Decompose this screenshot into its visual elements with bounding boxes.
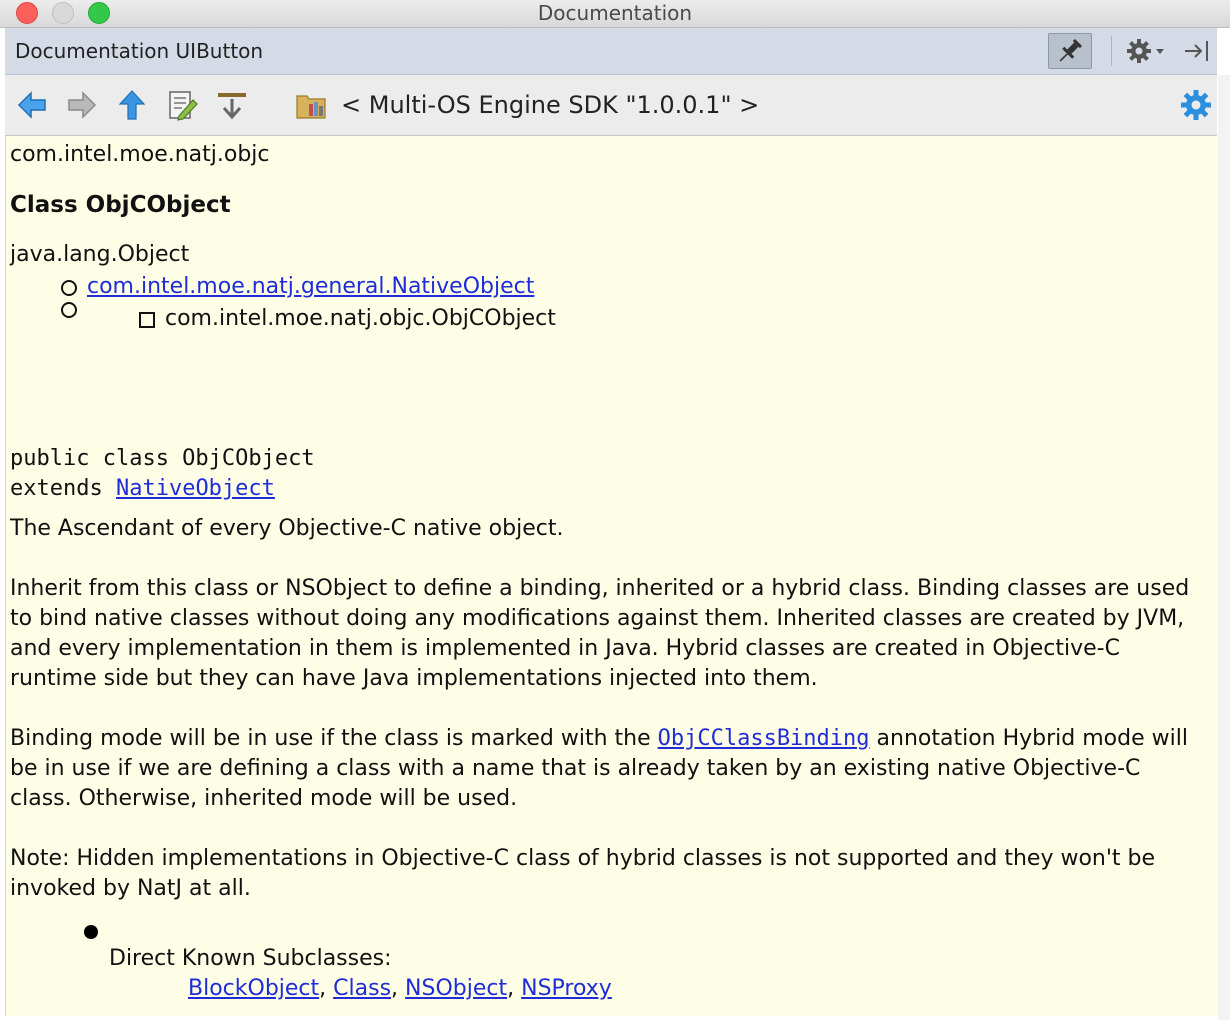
note-paragraph: Note: Hidden implementations in Objectiv… xyxy=(10,846,1156,901)
window-title: Documentation xyxy=(537,1,693,25)
binding-mode-paragraph: Binding mode will be in use if the class… xyxy=(10,724,1206,814)
hierarchy-current: com.intel.moe.natj.objc.ObjCObject xyxy=(165,306,556,331)
class-declaration: public class ObjCObject xyxy=(10,446,315,471)
subclasses-label: Direct Known Subclasses: xyxy=(109,946,392,971)
settings-gear-icon xyxy=(1181,90,1211,120)
back-button[interactable] xyxy=(15,88,49,122)
doc-settings-button[interactable] xyxy=(1179,88,1213,122)
doc-panel-header: Documentation UIButton xyxy=(5,28,1217,75)
subclass-link[interactable]: NSProxy xyxy=(521,976,612,1001)
binding-text-before: Binding mode will be in use if the class… xyxy=(10,726,658,751)
background-editor-strip xyxy=(1218,75,1230,1020)
breadcrumb[interactable]: < Multi-OS Engine SDK "1.0.0.1" > xyxy=(341,75,759,135)
class-summary: The Ascendant of every Objective-C nativ… xyxy=(10,516,564,541)
list-separator: , xyxy=(507,976,522,1001)
class-heading: Class ObjCObject xyxy=(10,192,231,218)
forward-button[interactable] xyxy=(65,88,99,122)
subclasses-bullet xyxy=(84,925,98,939)
list-separator: , xyxy=(319,976,334,1001)
pin-button[interactable] xyxy=(1048,33,1092,69)
up-arrow-icon xyxy=(118,90,146,120)
external-doc-button[interactable] xyxy=(215,88,249,122)
extends-link[interactable]: NativeObject xyxy=(116,476,275,501)
library-button[interactable] xyxy=(295,88,329,122)
subclasses-list: BlockObject, Class, NSObject, NSProxy xyxy=(188,976,612,1001)
gear-icon xyxy=(1127,39,1164,63)
external-doc-icon xyxy=(218,93,246,120)
list-separator: , xyxy=(391,976,406,1001)
edit-source-button[interactable] xyxy=(165,88,199,122)
subclass-link[interactable]: Class xyxy=(333,976,391,1001)
hierarchy-root: java.lang.Object xyxy=(10,242,190,267)
objc-class-binding-link[interactable]: ObjCClassBinding xyxy=(658,726,870,751)
doc-content: com.intel.moe.natj.objc Class ObjCObject… xyxy=(5,136,1219,1016)
library-icon xyxy=(296,95,326,119)
subclass-link[interactable]: BlockObject xyxy=(188,976,319,1001)
extends-line: extends NativeObject xyxy=(10,476,275,501)
edit-source-icon xyxy=(169,91,198,121)
hierarchy-bullet xyxy=(61,302,77,318)
window-titlebar: Documentation xyxy=(0,0,1230,28)
panel-title: Documentation UIButton xyxy=(15,39,264,63)
hide-panel-button[interactable] xyxy=(1181,36,1213,66)
doc-toolbar: < Multi-OS Engine SDK "1.0.0.1" > xyxy=(5,75,1217,136)
up-button[interactable] xyxy=(115,88,149,122)
subclass-link[interactable]: NSObject xyxy=(405,976,507,1001)
hierarchy-bullet xyxy=(61,280,77,296)
pin-icon xyxy=(1059,38,1083,62)
back-arrow-icon xyxy=(17,91,46,119)
hierarchy-parent-link[interactable]: com.intel.moe.natj.general.NativeObject xyxy=(87,274,534,299)
description-paragraph: Inherit from this class or NSObject to d… xyxy=(10,576,1190,691)
hierarchy-square-bullet xyxy=(139,312,155,328)
package-name: com.intel.moe.natj.objc xyxy=(10,142,270,167)
extends-keyword: extends xyxy=(10,476,116,501)
forward-arrow-icon xyxy=(68,91,97,119)
header-separator xyxy=(1111,36,1112,66)
hide-panel-icon xyxy=(1185,41,1208,61)
panel-settings-button[interactable] xyxy=(1125,36,1171,66)
